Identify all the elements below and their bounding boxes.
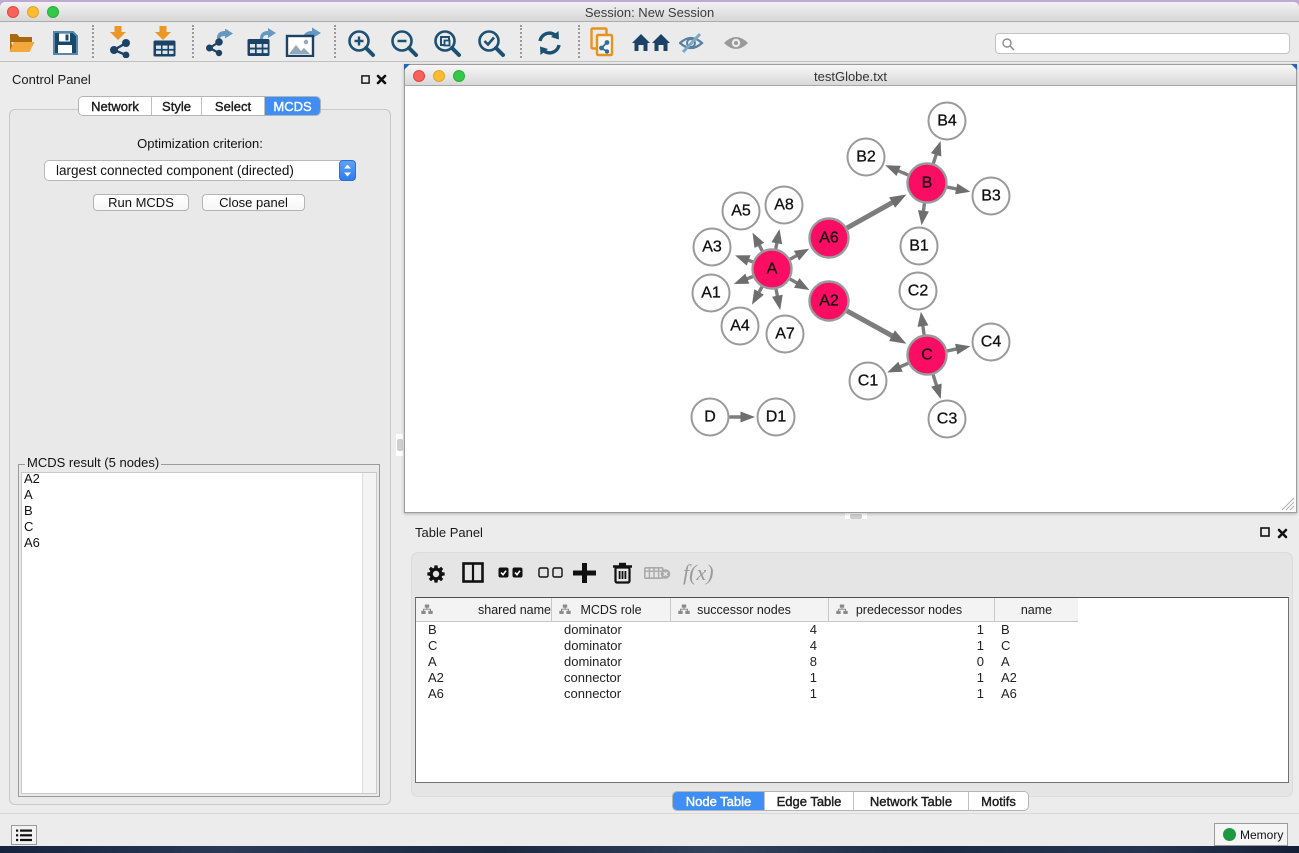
svg-text:B: B [922,175,933,192]
svg-text:A3: A3 [702,239,722,256]
svg-text:C1: C1 [858,373,879,390]
svg-text:B2: B2 [856,149,876,166]
svg-text:A4: A4 [730,318,750,335]
svg-text:C: C [921,347,933,364]
svg-text:A8: A8 [774,197,794,214]
svg-text:B1: B1 [909,238,929,255]
svg-text:D1: D1 [766,409,787,426]
svg-text:A6: A6 [819,230,839,247]
svg-text:A5: A5 [731,203,751,220]
svg-text:C3: C3 [937,411,958,428]
svg-text:A1: A1 [701,285,721,302]
svg-text:B4: B4 [937,113,957,130]
svg-text:D: D [704,409,716,426]
svg-text:C2: C2 [908,283,929,300]
svg-text:A7: A7 [775,326,795,343]
svg-text:A2: A2 [819,293,839,310]
svg-text:B3: B3 [981,188,1001,205]
svg-text:C4: C4 [981,334,1002,351]
svg-text:A: A [767,261,778,278]
